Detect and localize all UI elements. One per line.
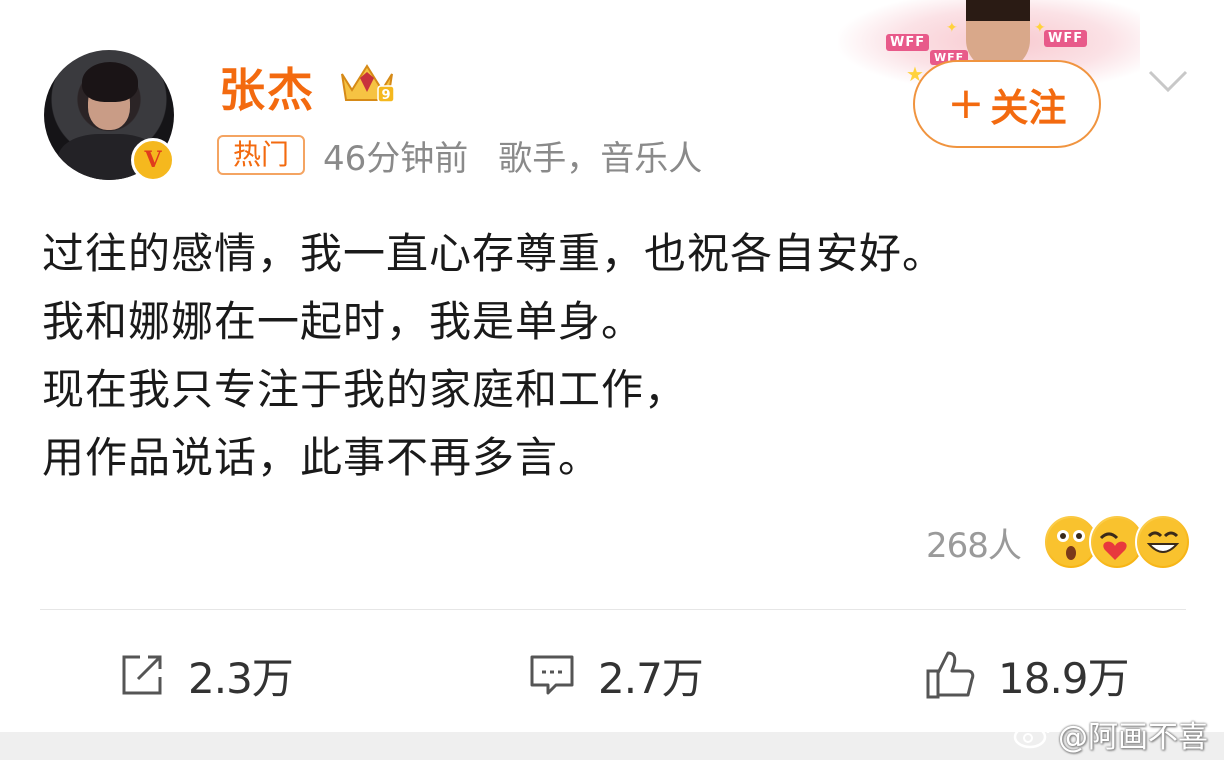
content-line: 我和娜娜在一起时，我是单身。 [42,297,645,346]
share-count: 2.3万 [188,653,294,703]
thumbs-up-icon [926,651,975,699]
plus-icon: + [947,78,985,129]
share-icon [122,655,162,695]
sparkle-icon: ✦ [1034,20,1046,36]
watermark: @阿画不喜 [1012,712,1208,756]
avatar-hair [82,62,138,102]
verified-badge-icon: V [131,138,175,182]
banner-tag: WFF [886,34,930,51]
post-meta: 热门 46分钟前 歌手，音乐人 [217,134,702,179]
like-button[interactable]: 18.9万 [924,640,1130,710]
member-crown-icon: 9 [341,64,395,103]
weibo-logo-icon [1013,721,1050,749]
content-line: 过往的感情，我一直心存尊重，也祝各自安好。 [42,229,946,278]
weibo-post-card: WFF WFF WFF ✦ ✦ ★ V 张杰 9 热门 46分钟前 歌手，音乐人… [0,0,1224,732]
post-time: 46分钟前 [323,138,469,179]
hot-tag[interactable]: 热门 [217,135,306,175]
reaction-summary[interactable]: 268人 [926,512,1191,572]
author-description: 歌手，音乐人 [498,138,703,179]
grin-emoji-icon [1134,514,1191,570]
like-count: 18.9万 [998,653,1130,703]
chevron-down-icon[interactable] [1146,58,1190,102]
comment-icon [530,655,574,695]
share-button[interactable]: 2.3万 [118,640,294,710]
author-name[interactable]: 张杰 [219,54,315,120]
post-content: 过往的感情，我一直心存尊重，也祝各自安好。 我和娜娜在一起时，我是单身。 现在我… [42,220,1202,492]
watermark-text: @阿画不喜 [1058,720,1208,755]
follow-label: 关注 [990,85,1067,130]
comment-button[interactable]: 2.7万 [528,640,704,710]
level-number: 9 [381,88,390,103]
banner-tag: WFF [1044,30,1088,47]
divider [40,609,1186,610]
follow-button[interactable]: + 关注 [913,60,1101,148]
comment-count: 2.7万 [598,653,704,703]
reaction-count: 268人 [926,525,1022,566]
content-line: 用作品说话，此事不再多言。 [42,433,602,482]
sparkle-icon: ✦ [946,20,958,36]
content-line: 现在我只专注于我的家庭和工作， [42,365,688,414]
